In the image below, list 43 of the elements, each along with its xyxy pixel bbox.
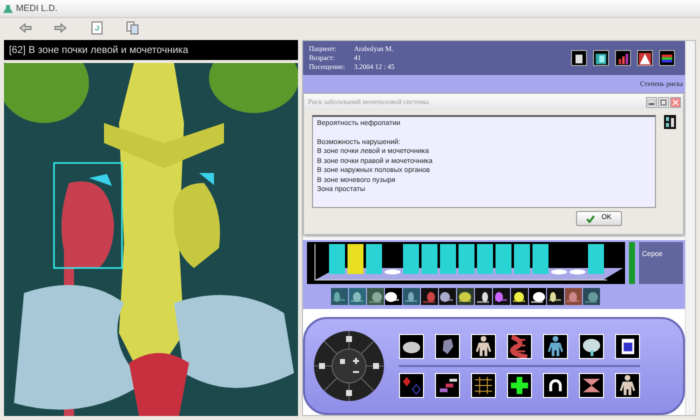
maximize-button[interactable] [658, 96, 669, 108]
circuit-button[interactable] [471, 373, 496, 398]
bar-graph-icon [616, 51, 630, 67]
refresh-document-button[interactable] [90, 21, 104, 35]
maximize-icon [659, 98, 668, 106]
brain-button[interactable] [399, 334, 424, 359]
document-button[interactable] [571, 50, 587, 66]
color-palette-button[interactable] [659, 50, 675, 66]
plus-cross-icon [508, 374, 531, 397]
copy-document-icon [126, 21, 140, 35]
navigation-dial[interactable] [313, 330, 385, 402]
close-icon [671, 98, 680, 106]
table-button[interactable] [593, 50, 609, 66]
hourglass-button[interactable] [579, 373, 604, 398]
copy-document-button[interactable] [126, 21, 140, 35]
standing-figure-button[interactable] [543, 334, 568, 359]
view-title: [62] В зоне почки левой и мочеточника [4, 40, 298, 60]
brain-scan-button[interactable] [579, 334, 604, 359]
body-figure-button[interactable] [471, 334, 496, 359]
minimize-button[interactable] [646, 96, 657, 108]
forward-arrow-icon [54, 21, 68, 35]
staircase-button[interactable] [435, 373, 460, 398]
bar-graph-button[interactable] [615, 50, 631, 66]
window-title: MEDI L.D. [16, 2, 58, 15]
app-icon [3, 4, 13, 14]
curved-arrow-button[interactable] [543, 373, 568, 398]
level-bar [629, 242, 635, 284]
body-figure-button[interactable] [615, 373, 640, 398]
plus-cross-button[interactable] [507, 373, 532, 398]
circuit-icon [472, 374, 495, 397]
organ-button[interactable] [435, 334, 460, 359]
scrollbar[interactable] [685, 41, 695, 415]
checkmark-icon [586, 214, 596, 222]
warning-triangle-button[interactable] [637, 50, 653, 66]
refresh-document-icon [90, 21, 104, 35]
minimize-icon [647, 98, 656, 106]
warning-triangle-icon [638, 51, 652, 67]
calculator-icon [664, 115, 676, 129]
table-icon [594, 51, 608, 67]
forward-arrow-button[interactable] [54, 21, 68, 35]
spine-button[interactable] [507, 334, 532, 359]
back-arrow-icon [18, 21, 32, 35]
back-arrow-button[interactable] [18, 21, 32, 35]
